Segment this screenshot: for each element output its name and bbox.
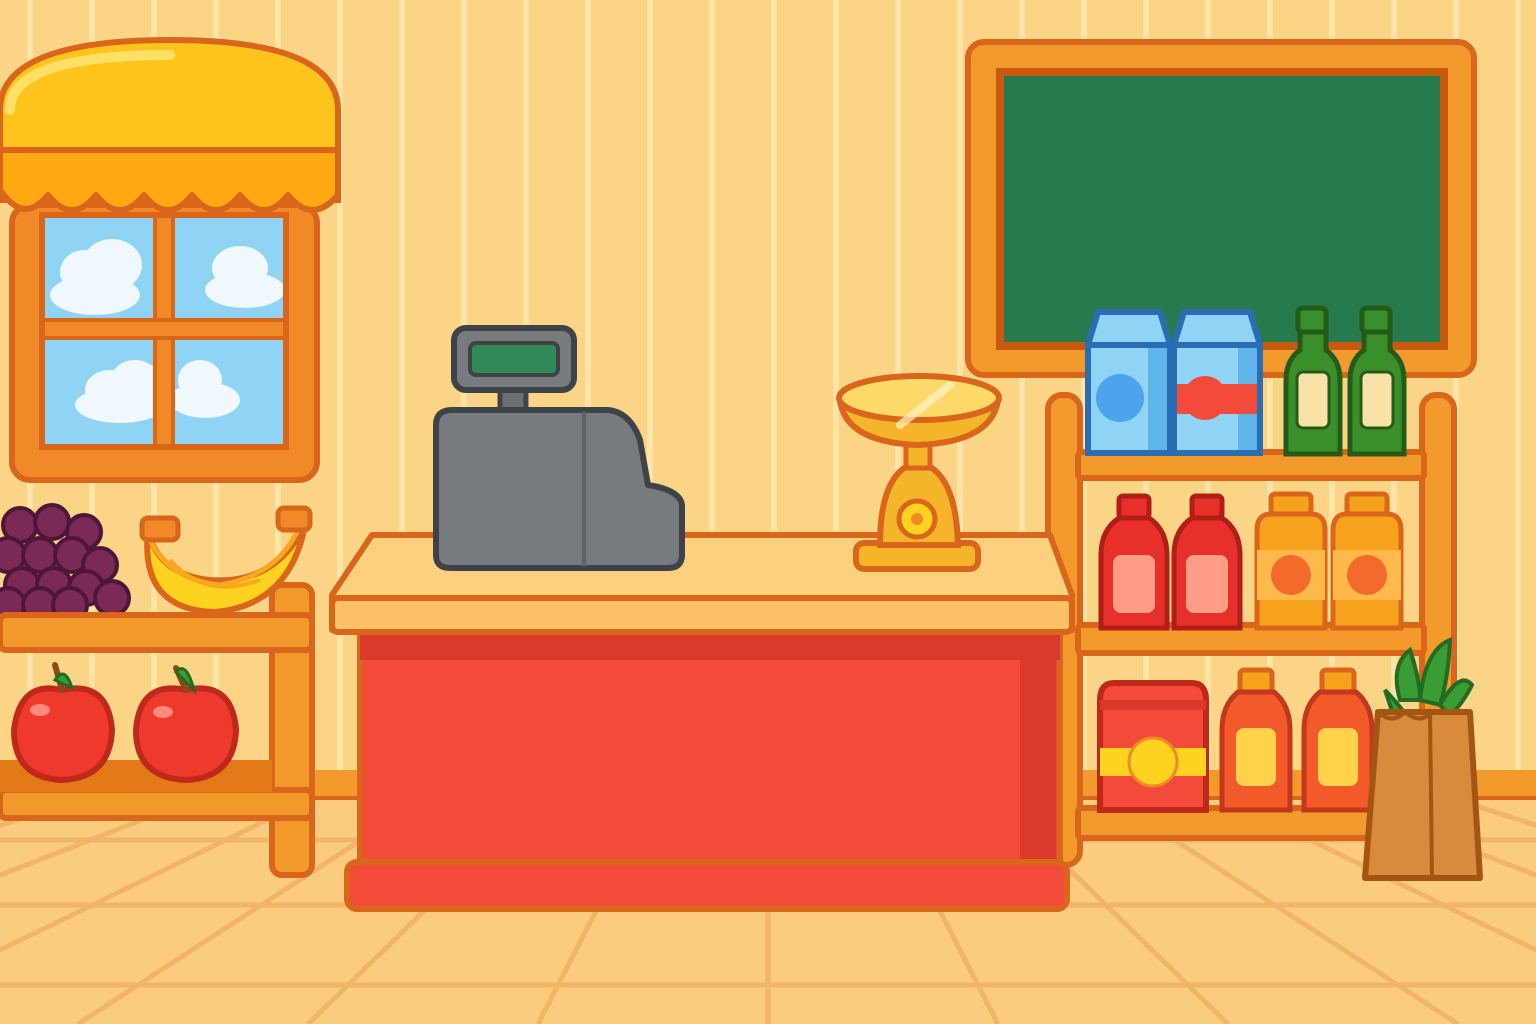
juice-icon bbox=[1254, 491, 1328, 631]
awning bbox=[0, 36, 341, 213]
juice-icon bbox=[1330, 491, 1404, 631]
milk-icon bbox=[1171, 309, 1263, 456]
milk-icon bbox=[1085, 309, 1173, 456]
checkout-counter bbox=[329, 532, 1075, 912]
window bbox=[9, 202, 320, 483]
grocery-store-scene bbox=[0, 0, 1536, 1024]
juice-icon bbox=[1097, 680, 1209, 813]
